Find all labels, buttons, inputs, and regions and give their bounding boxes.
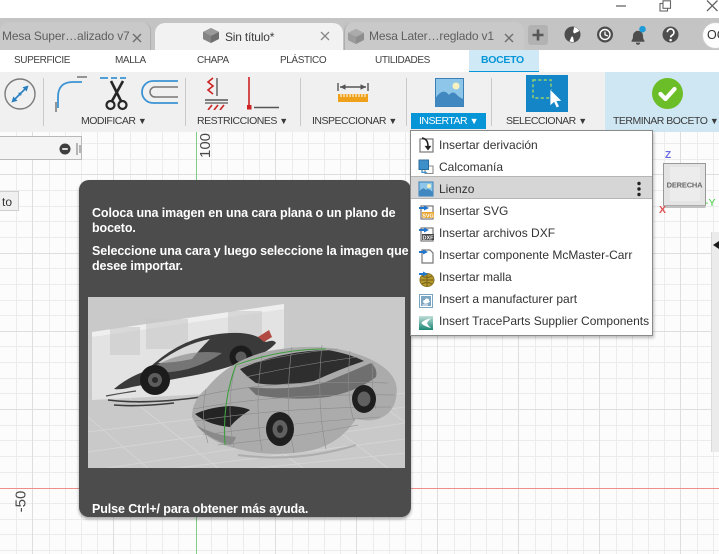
svg-text:DXF: DXF xyxy=(423,235,435,241)
svg-text:DERECHA: DERECHA xyxy=(667,181,703,190)
svg-text:SVG: SVG xyxy=(422,213,434,219)
svg-text:X: X xyxy=(659,204,666,216)
svg-text:-Y: -Y xyxy=(705,197,716,209)
svg-text:Z: Z xyxy=(665,150,671,161)
